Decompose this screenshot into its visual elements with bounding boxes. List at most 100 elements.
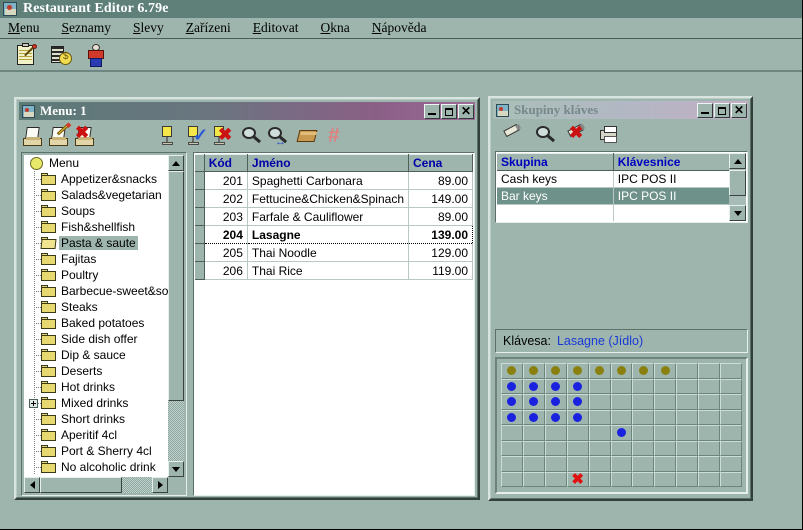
key-groups-scrollbar[interactable] xyxy=(729,153,746,221)
key-cell[interactable] xyxy=(522,394,545,410)
key-cell[interactable] xyxy=(720,425,742,441)
key-cell[interactable] xyxy=(544,425,567,441)
list-item[interactable]: Cash keys IPC POS II xyxy=(497,170,730,188)
key-cell[interactable] xyxy=(632,471,655,487)
grid-header-name[interactable]: Jméno xyxy=(247,154,410,172)
search-next-icon[interactable]: ↔ xyxy=(266,125,288,148)
key-cell[interactable] xyxy=(720,378,742,394)
key-cell[interactable] xyxy=(632,394,655,410)
menu-window-titlebar[interactable]: Menu: 1 ✕ xyxy=(19,102,475,120)
key-cell[interactable] xyxy=(522,378,545,394)
insert-item-icon[interactable] xyxy=(158,125,180,147)
close-button[interactable]: ✕ xyxy=(458,103,474,119)
key-cell[interactable] xyxy=(501,471,523,487)
tree-item-aperitif[interactable]: Aperitif 4cl xyxy=(24,427,168,443)
key-cell[interactable] xyxy=(522,425,545,441)
key-cell[interactable] xyxy=(588,378,611,394)
key-cell[interactable] xyxy=(720,440,742,456)
tree-item-appetizer[interactable]: Appetizer&snacks xyxy=(24,171,168,187)
key-cell[interactable] xyxy=(676,440,699,456)
tree-item-fish[interactable]: Fish&shellfish xyxy=(24,219,168,235)
tree-item-steaks[interactable]: Steaks xyxy=(24,299,168,315)
cancel-item-icon[interactable]: ✖ xyxy=(210,125,232,147)
key-cell[interactable] xyxy=(588,425,611,441)
key-cell[interactable] xyxy=(698,394,721,410)
key-cell[interactable] xyxy=(544,363,567,379)
list-item-selected[interactable]: Bar keys IPC POS II xyxy=(497,187,730,205)
key-cell[interactable] xyxy=(698,456,721,472)
print-icon[interactable] xyxy=(598,124,620,146)
key-cell[interactable] xyxy=(720,363,742,379)
key-cell[interactable] xyxy=(632,363,655,379)
delete-group-icon[interactable]: ✖ xyxy=(566,123,588,146)
klist-header-keyboard[interactable]: Klávesnice xyxy=(613,153,730,171)
table-row[interactable]: 201 Spaghetti Carbonara 89.00 xyxy=(195,171,473,190)
table-row-selected[interactable]: 204 Lasagne 139.00 xyxy=(195,225,473,244)
key-cell[interactable] xyxy=(676,456,699,472)
menu-items-grid[interactable]: Kód Jméno Cena 201 Spaghetti Carbonara 8… xyxy=(195,154,473,494)
key-cell[interactable] xyxy=(610,378,633,394)
key-cell[interactable] xyxy=(522,471,545,487)
search-icon[interactable] xyxy=(240,125,262,147)
edit-group-icon[interactable] xyxy=(502,123,524,146)
key-cell[interactable] xyxy=(588,409,611,425)
scroll-up-button[interactable] xyxy=(168,155,184,171)
key-cell[interactable] xyxy=(501,394,523,410)
key-cell[interactable] xyxy=(698,409,721,425)
key-cell[interactable] xyxy=(588,394,611,410)
key-cell[interactable] xyxy=(698,440,721,456)
key-groups-titlebar[interactable]: Skupiny kláves ✕ xyxy=(493,101,748,119)
key-cell[interactable] xyxy=(720,394,742,410)
key-cell[interactable] xyxy=(544,409,567,425)
key-cell[interactable] xyxy=(676,363,699,379)
category-tree[interactable]: Menu Appetizer&snacks Salads&vegetarian xyxy=(21,152,187,496)
key-cell[interactable] xyxy=(676,409,699,425)
scroll-up-button[interactable] xyxy=(729,153,746,169)
key-cell[interactable] xyxy=(676,394,699,410)
price-list-icon[interactable] xyxy=(49,43,73,67)
tree-item-fajitas[interactable]: Fajitas xyxy=(24,251,168,267)
tree-item-mixed-drinks[interactable]: Mixed drinks xyxy=(24,395,168,411)
key-cell[interactable] xyxy=(566,394,589,410)
key-cell[interactable] xyxy=(698,378,721,394)
key-cell[interactable] xyxy=(610,440,633,456)
key-cell[interactable] xyxy=(566,456,589,472)
tree-item-soups[interactable]: Soups xyxy=(24,203,168,219)
tree-item-no-alcoholic[interactable]: No alcoholic drink xyxy=(24,459,168,475)
key-cell[interactable] xyxy=(720,409,742,425)
key-cell[interactable] xyxy=(632,440,655,456)
key-cell[interactable] xyxy=(522,440,545,456)
tree-vertical-scrollbar[interactable] xyxy=(168,155,184,477)
key-cell[interactable] xyxy=(610,394,633,410)
key-cell[interactable] xyxy=(544,471,567,487)
key-cell[interactable] xyxy=(654,456,677,472)
tree-item-deserts[interactable]: Deserts xyxy=(24,363,168,379)
key-cell[interactable] xyxy=(501,456,523,472)
key-cell[interactable] xyxy=(501,425,523,441)
key-cell[interactable] xyxy=(698,425,721,441)
key-groups-list[interactable]: Skupina Klávesnice Cash keys IPC POS II … xyxy=(497,153,730,221)
key-cell[interactable] xyxy=(566,409,589,425)
key-cell[interactable] xyxy=(654,471,677,487)
tree-item-hot-drinks[interactable]: Hot drinks xyxy=(24,379,168,395)
key-cell[interactable] xyxy=(698,471,721,487)
tree-item-barbecue[interactable]: Barbecue-sweet&sou xyxy=(24,283,168,299)
menu-editovat[interactable]: Editovat xyxy=(253,20,299,36)
key-cell[interactable] xyxy=(566,363,589,379)
key-cell[interactable] xyxy=(544,456,567,472)
tree-item-poultry[interactable]: Poultry xyxy=(24,267,168,283)
menu-menu[interactable]: Menu xyxy=(8,20,40,36)
key-cell[interactable] xyxy=(676,425,699,441)
key-grid[interactable]: ✖ xyxy=(501,363,742,487)
tree-item-salads[interactable]: Salads&vegetarian xyxy=(24,187,168,203)
key-cell[interactable] xyxy=(654,425,677,441)
key-cell-cross[interactable]: ✖ xyxy=(566,471,589,487)
menu-napoveda[interactable]: Nápověda xyxy=(372,20,427,36)
staff-icon[interactable] xyxy=(84,43,108,67)
menu-okna[interactable]: Okna xyxy=(321,20,350,36)
key-cell[interactable] xyxy=(566,378,589,394)
tree-item-dip-sauce[interactable]: Dip & sauce xyxy=(24,347,168,363)
key-cell[interactable] xyxy=(501,440,523,456)
key-cell[interactable] xyxy=(588,363,611,379)
grid-header-code[interactable]: Kód xyxy=(204,154,248,172)
